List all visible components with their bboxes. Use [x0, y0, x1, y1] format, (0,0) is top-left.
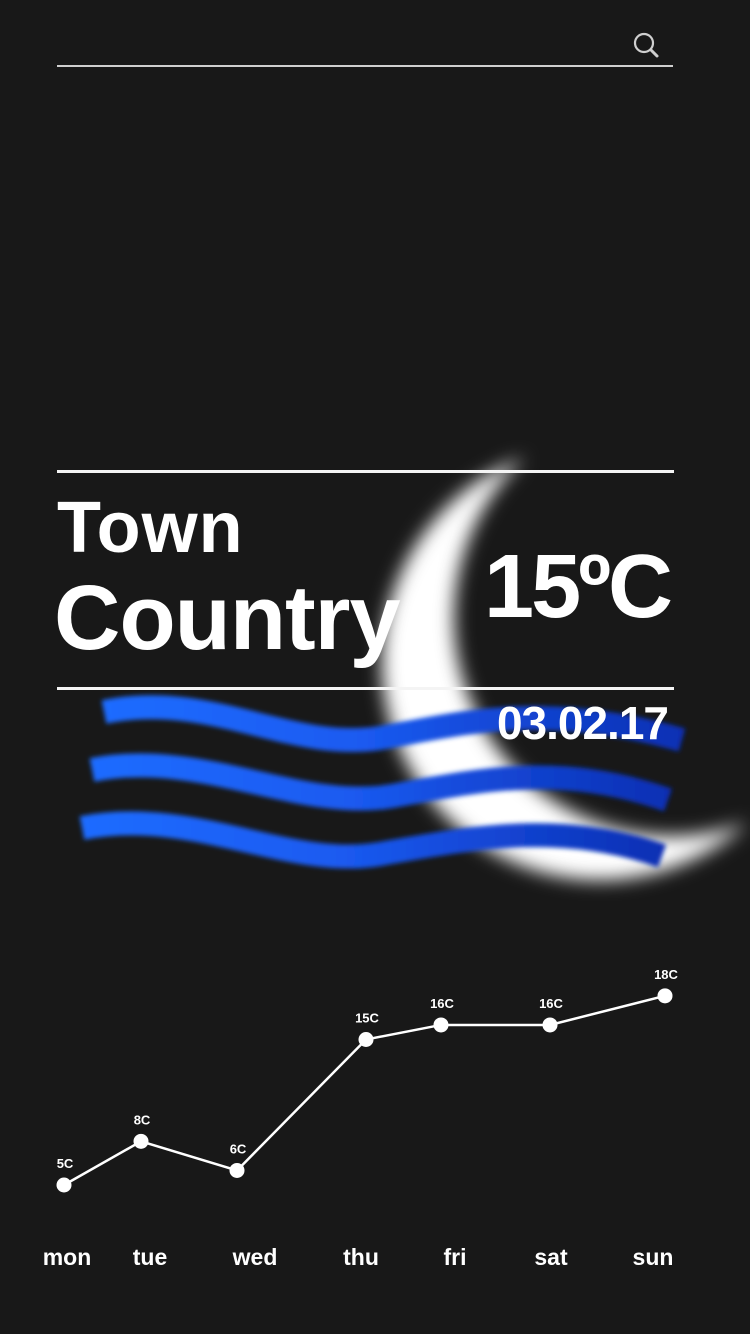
search-icon[interactable]	[631, 30, 661, 60]
day-tab-wed[interactable]: wed	[233, 1246, 278, 1269]
data-point-wed	[229, 1162, 245, 1178]
day-tab-thu[interactable]: thu	[343, 1246, 379, 1269]
data-point-fri	[433, 1017, 449, 1033]
top-divider	[57, 470, 674, 473]
data-point-thu	[358, 1032, 374, 1047]
data-label-thu: 15C	[355, 1011, 379, 1026]
data-label-mon: 5C	[57, 1156, 74, 1171]
day-tab-tue[interactable]: tue	[133, 1246, 168, 1269]
data-point-tue	[133, 1133, 149, 1149]
day-tab-mon[interactable]: mon	[43, 1246, 92, 1269]
data-label-sat: 16C	[539, 996, 563, 1011]
data-label-wed: 6C	[230, 1141, 247, 1156]
day-tab-fri[interactable]: fri	[444, 1246, 467, 1269]
current-temperature: 15ºC	[484, 537, 673, 637]
day-tab-sun[interactable]: sun	[633, 1246, 674, 1269]
current-date: 03.02.17	[496, 697, 669, 749]
data-point-sun	[657, 988, 673, 1004]
weekly-temperature-chart: 5C 8C 6C 15C 16C 16C 18C	[56, 967, 679, 1193]
bottom-divider	[57, 687, 674, 690]
data-label-fri: 16C	[430, 996, 454, 1011]
town-name: Town	[57, 488, 244, 568]
data-point-sat	[542, 1017, 558, 1033]
data-label-sun: 18C	[654, 967, 678, 982]
data-point-mon	[56, 1177, 72, 1193]
country-name: Country	[54, 567, 401, 669]
search-input[interactable]	[57, 26, 621, 64]
data-label-tue: 8C	[134, 1112, 151, 1127]
day-tab-sat[interactable]: sat	[534, 1246, 567, 1269]
search-underline	[57, 65, 673, 67]
